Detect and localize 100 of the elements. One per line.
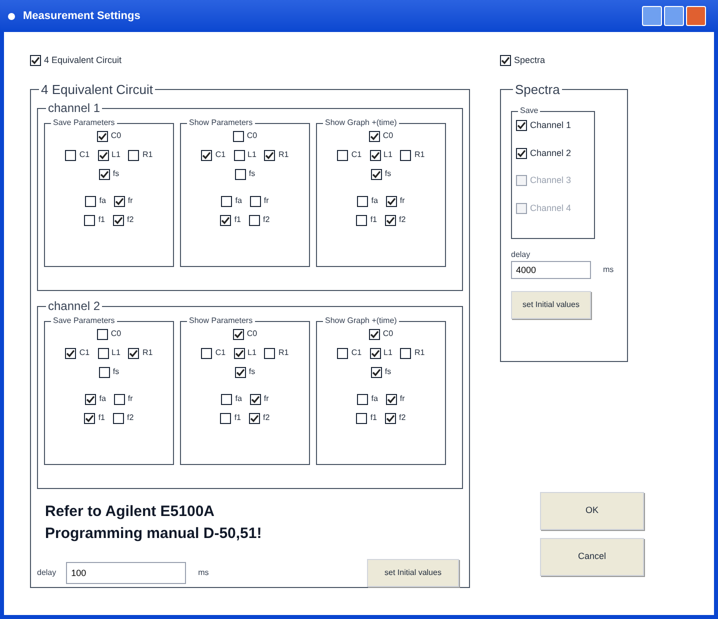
checkbox[interactable]	[370, 366, 382, 378]
parameter-label: L1	[384, 347, 392, 359]
group-title: Save	[519, 105, 540, 117]
group-title: Show Parameters	[188, 117, 254, 129]
checkbox[interactable]	[113, 412, 124, 424]
checkbox[interactable]	[96, 130, 108, 142]
parameter-label: f2	[399, 412, 406, 424]
parameter-label: fa	[371, 195, 378, 207]
parameter-label: L1	[248, 149, 256, 161]
checkbox[interactable]	[65, 348, 76, 358]
parameter-label: fa	[99, 195, 106, 207]
checkbox[interactable]	[221, 394, 232, 404]
checkbox[interactable]	[98, 150, 109, 160]
group-title: channel 1	[47, 100, 102, 117]
delay-label: delay	[511, 249, 532, 261]
checkbox[interactable]	[221, 196, 232, 206]
checkbox[interactable]	[250, 196, 261, 206]
action-button[interactable]: Cancel	[540, 538, 644, 576]
checkbox[interactable]	[368, 130, 380, 142]
action-button[interactable]: OK	[540, 492, 644, 530]
checkbox[interactable]	[370, 168, 382, 180]
checkbox[interactable]	[356, 412, 368, 424]
checkbox[interactable]	[337, 348, 348, 358]
parameter-label: fr	[400, 393, 405, 405]
delay-label: delay	[37, 567, 56, 579]
checkbox[interactable]	[114, 394, 125, 404]
checkbox[interactable]	[234, 150, 245, 160]
channel-label: Channel 3	[530, 174, 572, 187]
checkbox[interactable]	[84, 412, 96, 424]
checkbox[interactable]	[113, 214, 124, 226]
checkbox[interactable]	[98, 168, 110, 180]
group-title: channel 2	[47, 298, 102, 315]
window-title: Measurement Settings	[23, 8, 140, 24]
checkbox[interactable]	[30, 55, 41, 66]
checkbox[interactable]	[85, 394, 96, 404]
parameter-label: f1	[98, 412, 105, 424]
parameter-label: L1	[248, 347, 256, 359]
checkbox[interactable]	[201, 150, 212, 160]
checkbox[interactable]	[85, 196, 96, 206]
parameter-label: C1	[79, 347, 90, 359]
parameter-label: fr	[128, 195, 133, 207]
checkbox[interactable]	[500, 55, 511, 66]
parameter-label: fs	[384, 366, 392, 378]
checkbox[interactable]	[370, 348, 381, 358]
checkbox[interactable]	[516, 148, 527, 159]
checkbox[interactable]	[400, 348, 412, 358]
checkbox[interactable]	[386, 394, 397, 404]
checkbox[interactable]	[250, 394, 261, 404]
checkbox[interactable]	[201, 348, 212, 358]
parameter-label: C0	[382, 328, 394, 340]
checkbox[interactable]	[264, 348, 276, 358]
group-title: Save Parameters	[52, 315, 116, 327]
checkbox[interactable]	[65, 150, 76, 160]
checkbox[interactable]	[370, 150, 381, 160]
checkbox[interactable]	[249, 412, 260, 424]
checkbox[interactable]	[220, 214, 232, 226]
unit-label: ms	[198, 567, 209, 579]
parameter-label: fs	[248, 366, 256, 378]
checkbox[interactable]	[232, 328, 244, 340]
parameter-label: fr	[400, 195, 405, 207]
checkbox[interactable]	[357, 394, 368, 404]
checkbox[interactable]	[128, 150, 140, 160]
channel-label: Channel 2	[530, 146, 572, 160]
checkbox[interactable]	[368, 328, 380, 340]
checkbox[interactable]	[114, 196, 125, 206]
action-button[interactable]: set Initial values	[367, 559, 459, 587]
checkbox[interactable]	[220, 412, 232, 424]
checkbox[interactable]	[232, 130, 244, 142]
checkbox[interactable]	[128, 348, 140, 358]
checkbox[interactable]	[98, 348, 109, 358]
group-title: Spectra	[514, 80, 561, 99]
parameter-label: R1	[142, 347, 153, 359]
action-button[interactable]: set Initial values	[511, 291, 591, 319]
checkbox[interactable]	[234, 366, 246, 378]
parameter-label: fs	[384, 168, 392, 180]
parameter-label: fs	[112, 366, 120, 378]
checkbox[interactable]	[385, 214, 396, 226]
parameter-label: f1	[98, 214, 105, 226]
channel-label: Channel 1	[530, 119, 572, 132]
checkbox[interactable]	[400, 150, 412, 160]
checkbox[interactable]	[84, 214, 96, 226]
checkbox[interactable]	[98, 366, 110, 378]
checkbox[interactable]	[249, 214, 260, 226]
parameter-label: L1	[384, 149, 392, 161]
checkbox[interactable]	[357, 196, 368, 206]
parameter-label: C0	[246, 328, 258, 340]
note-text: Programming manual D-50,51!	[45, 524, 263, 544]
checkbox[interactable]	[234, 348, 245, 358]
checkbox[interactable]	[337, 150, 348, 160]
checkbox[interactable]	[386, 196, 397, 206]
checkbox[interactable]	[516, 120, 527, 132]
delay-field[interactable]: 100	[66, 562, 186, 584]
checkbox[interactable]	[264, 150, 276, 160]
delay-field[interactable]: 4000	[511, 261, 591, 279]
checkbox[interactable]	[96, 328, 108, 340]
checkbox[interactable]	[356, 214, 368, 226]
checkbox[interactable]	[234, 168, 246, 180]
parameter-label: fr	[264, 393, 269, 405]
parameter-label: f1	[234, 412, 241, 424]
checkbox[interactable]	[385, 412, 396, 424]
